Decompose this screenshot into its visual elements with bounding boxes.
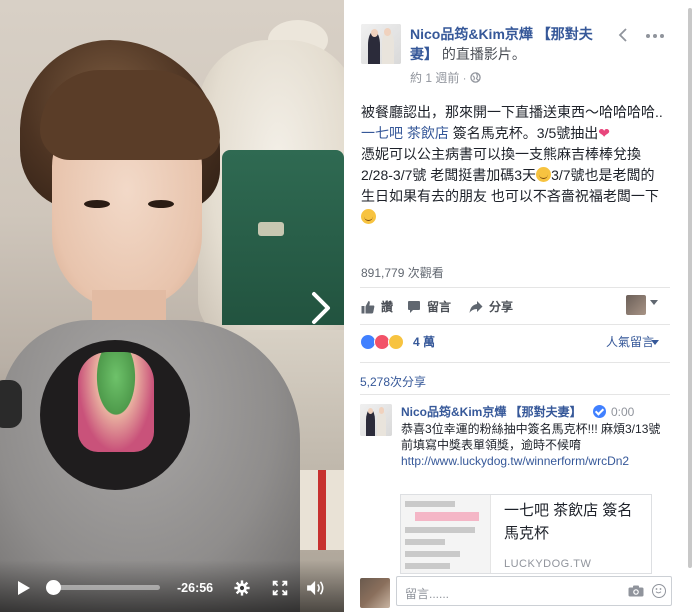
- verified-icon: [593, 405, 606, 418]
- chevron-left-icon[interactable]: [618, 28, 632, 44]
- commenter-avatar[interactable]: [360, 404, 392, 436]
- chevron-right-icon[interactable]: [306, 288, 336, 328]
- comment-sort-dropdown[interactable]: 人氣留言: [606, 334, 654, 350]
- globe-icon: [469, 72, 481, 83]
- video-frame: [0, 0, 344, 612]
- camera-icon[interactable]: [628, 585, 644, 597]
- link-preview-domain: LUCKYDOG.TW: [504, 558, 592, 570]
- comment-text: 恭喜3位幸運的粉絲抽中簽名馬克杯!!! 麻煩3/13號前填寫中獎表單領獎，逾時不…: [401, 422, 661, 452]
- divider: [360, 362, 670, 363]
- place-link[interactable]: 一七吧 茶飲店: [361, 125, 449, 141]
- live-video-player[interactable]: -26:56: [0, 0, 344, 612]
- page-avatar[interactable]: [361, 24, 401, 64]
- haha-reaction-icon[interactable]: [388, 334, 404, 350]
- share-icon: [469, 301, 483, 313]
- volume-icon[interactable]: [305, 580, 327, 596]
- post-body: 被餐廳認出，那來開一下直播送東西～哈哈哈哈.. 一七吧 茶飲店 簽名馬克杯。3/…: [361, 102, 667, 228]
- post-as-avatar[interactable]: [626, 295, 646, 315]
- smile-emoji-icon: [361, 209, 376, 224]
- user-avatar: [360, 578, 390, 608]
- comment-author[interactable]: Nico品筠&Kim京燁 【那對夫妻】: [401, 404, 582, 420]
- comment-timestamp[interactable]: 0:00: [611, 404, 634, 420]
- share-count[interactable]: 5,278次分享: [360, 373, 426, 390]
- chevron-down-icon[interactable]: [650, 300, 658, 305]
- chevron-down-icon[interactable]: [651, 340, 659, 345]
- divider: [360, 324, 670, 325]
- comment-body: 恭喜3位幸運的粉絲抽中簽名馬克杯!!! 麻煩3/13號前填寫中獎表單領獎，逾時不…: [401, 421, 669, 469]
- divider: [360, 394, 670, 395]
- post-text-intro: 被餐廳認出，那來開一下直播送東西～哈哈哈哈..: [361, 104, 663, 120]
- play-icon[interactable]: [16, 580, 32, 596]
- comment-icon: [408, 301, 420, 313]
- like-label: 讚: [381, 300, 394, 314]
- post-type-label: 的直播影片。: [441, 46, 526, 62]
- link-preview-title: 一七吧 茶飲店 簽名馬克杯: [504, 502, 633, 542]
- comment-placeholder: 留言......: [405, 587, 450, 601]
- link-preview-image: [401, 495, 491, 573]
- like-button[interactable]: 讚: [361, 296, 393, 318]
- progress-bar[interactable]: [50, 585, 160, 590]
- comment-link[interactable]: http://www.luckydog.tw/winnerform/wrcDn2: [401, 454, 629, 468]
- fullscreen-icon[interactable]: [270, 580, 290, 596]
- page-name-link[interactable]: Nico品筠&Kim京燁 【那對夫妻】 的直播影片。: [410, 24, 610, 64]
- share-button[interactable]: 分享: [469, 296, 513, 318]
- post-timestamp[interactable]: 約 1 週前 ·: [410, 69, 481, 86]
- link-preview-card[interactable]: 一七吧 茶飲店 簽名馬克杯 LUCKYDOG.TW: [400, 494, 652, 574]
- reaction-count[interactable]: 4 萬: [413, 334, 435, 350]
- gear-icon[interactable]: [232, 580, 252, 596]
- heart-icon: ❤: [598, 125, 610, 141]
- emoji-icon[interactable]: [652, 584, 666, 598]
- post-text-line2: 簽名馬克杯。3/5號抽出: [448, 125, 599, 141]
- comment-label: 留言: [427, 300, 452, 314]
- view-count: 891,779 次觀看: [361, 266, 444, 280]
- more-icon[interactable]: [645, 28, 665, 44]
- divider: [360, 287, 670, 288]
- smile-emoji-icon: [536, 167, 552, 182]
- time-ago[interactable]: 約 1 週前: [410, 71, 459, 85]
- scrollbar[interactable]: [688, 8, 692, 568]
- share-label: 分享: [489, 300, 514, 314]
- like-icon: [361, 301, 375, 314]
- comment-button[interactable]: 留言: [407, 296, 451, 318]
- time-remaining: -26:56: [177, 581, 214, 595]
